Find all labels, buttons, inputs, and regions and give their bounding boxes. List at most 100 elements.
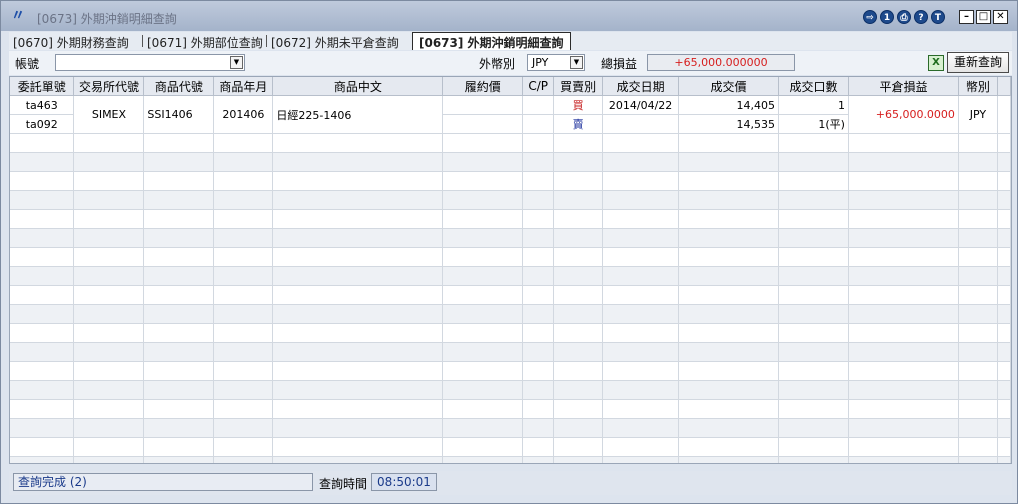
empty-cell [272, 133, 444, 153]
main-window: 〃 [0673] 外期沖銷明細查詢 ⇨ 1 ⎙ ? T – □ ✕ [0670]… [0, 0, 1018, 504]
empty-cell [522, 342, 555, 362]
empty-cell [143, 418, 215, 438]
empty-cell [213, 304, 274, 324]
help-icon[interactable]: ? [914, 10, 928, 24]
empty-cell [997, 247, 1011, 267]
trade-date-cell: 2014/04/22 [602, 95, 680, 115]
tab-0670[interactable]: [0670] 外期財務查詢 [13, 34, 129, 51]
excel-icon[interactable]: X [928, 55, 944, 71]
empty-cell [602, 456, 680, 463]
empty-cell [778, 228, 849, 248]
empty-cell [272, 323, 444, 343]
requery-button[interactable]: 重新查詢 [947, 52, 1009, 73]
col-qty[interactable]: 成交口數 [778, 77, 849, 96]
col-cp[interactable]: C/P [522, 77, 555, 96]
empty-cell [678, 266, 780, 286]
empty-cell [997, 437, 1011, 457]
col-order-no[interactable]: 委託單號 [10, 77, 75, 96]
empty-row [10, 266, 1011, 286]
t-icon[interactable]: T [931, 10, 945, 24]
empty-cell [213, 228, 274, 248]
col-exchange[interactable]: 交易所代號 [73, 77, 145, 96]
tab-0672[interactable]: [0672] 外期未平倉查詢 [271, 34, 399, 51]
print-icon[interactable]: ⎙ [897, 10, 911, 24]
empty-cell [213, 171, 274, 191]
empty-cell [522, 190, 555, 210]
title-bar[interactable]: 〃 [0673] 外期沖銷明細查詢 ⇨ 1 ⎙ ? T – □ ✕ [1, 1, 1017, 31]
col-currency[interactable]: 幣別 [958, 77, 998, 96]
empty-cell [553, 266, 604, 286]
empty-cell [143, 380, 215, 400]
empty-cell [272, 304, 444, 324]
number-one-icon[interactable]: 1 [880, 10, 894, 24]
col-filler [997, 77, 1011, 96]
empty-cell [272, 342, 444, 362]
strike-cell [442, 114, 524, 134]
filler-cell [997, 95, 1011, 134]
empty-cell [553, 399, 604, 419]
empty-cell [10, 361, 75, 381]
close-button[interactable]: ✕ [993, 10, 1008, 24]
empty-cell [602, 228, 680, 248]
empty-cell [522, 437, 555, 457]
empty-cell [10, 228, 75, 248]
currency-cell: JPY [958, 95, 998, 134]
cp-cell [522, 114, 555, 134]
col-pnl[interactable]: 平倉損益 [848, 77, 959, 96]
empty-cell [73, 228, 145, 248]
tab-0671[interactable]: [0671] 外期部位查詢 [147, 34, 263, 51]
currency-label: 外幣別 [479, 57, 516, 71]
empty-cell [553, 323, 604, 343]
empty-cell [213, 209, 274, 229]
empty-cell [10, 247, 75, 267]
empty-row [10, 323, 1011, 343]
empty-cell [602, 418, 680, 438]
total-pnl-label: 總損益 [601, 57, 638, 71]
export-icon[interactable]: ⇨ [863, 10, 877, 24]
chevron-down-icon[interactable]: ▼ [570, 56, 583, 69]
empty-cell [143, 228, 215, 248]
empty-cell [522, 266, 555, 286]
empty-cell [997, 456, 1011, 463]
empty-cell [522, 152, 555, 172]
col-strike[interactable]: 履約價 [442, 77, 524, 96]
empty-row [10, 228, 1011, 248]
empty-row [10, 342, 1011, 362]
empty-cell [553, 171, 604, 191]
empty-cell [73, 190, 145, 210]
empty-cell [522, 418, 555, 438]
empty-cell [442, 152, 524, 172]
empty-cell [442, 456, 524, 463]
account-select[interactable]: ▼ [55, 54, 245, 71]
empty-cell [602, 133, 680, 153]
chevron-down-icon[interactable]: ▼ [230, 56, 243, 69]
col-product-code[interactable]: 商品代號 [143, 77, 215, 96]
empty-cell [778, 171, 849, 191]
minimize-button[interactable]: – [959, 10, 974, 24]
empty-cell [602, 209, 680, 229]
empty-cell [553, 228, 604, 248]
order-no-cell: ta463 [10, 95, 75, 115]
col-trade-date[interactable]: 成交日期 [602, 77, 680, 96]
empty-cell [778, 304, 849, 324]
col-price[interactable]: 成交價 [678, 77, 780, 96]
col-product-name[interactable]: 商品中文 [272, 77, 444, 96]
table-row[interactable]: ta463 SIMEX SSI1406 201406 日經225-1406 買 … [10, 95, 1011, 134]
currency-select[interactable]: JPY ▼ [527, 54, 585, 71]
empty-cell [213, 133, 274, 153]
empty-cell [958, 190, 998, 210]
empty-cell [778, 152, 849, 172]
empty-cell [678, 152, 780, 172]
empty-cell [848, 266, 959, 286]
tab-0673[interactable]: [0673] 外期沖銷明細查詢 [412, 32, 571, 50]
col-side[interactable]: 買賣別 [553, 77, 604, 96]
empty-cell [997, 361, 1011, 381]
empty-cell [522, 304, 555, 324]
empty-cell [143, 399, 215, 419]
query-time-label: 查詢時間 [319, 477, 368, 491]
empty-cell [848, 152, 959, 172]
maximize-button[interactable]: □ [976, 10, 991, 24]
empty-cell [442, 361, 524, 381]
empty-cell [522, 171, 555, 191]
col-product-month[interactable]: 商品年月 [213, 77, 274, 96]
